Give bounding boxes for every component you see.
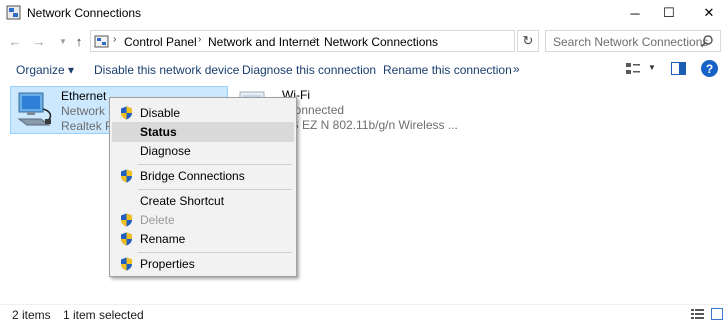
menu-item-label: Status (140, 125, 177, 139)
breadcrumb-network-and-internet[interactable]: Network and Internet (208, 35, 319, 49)
breadcrumb-control-panel[interactable]: Control Panel (124, 35, 197, 49)
connection-name: Ethernet (61, 89, 107, 103)
disable-device-button[interactable]: Disable this network device (94, 63, 239, 77)
breadcrumb-separator[interactable]: › (313, 34, 316, 45)
menu-item-diagnose[interactable]: Diagnose (112, 141, 294, 161)
menu-separator (138, 164, 292, 165)
menu-item-rename[interactable]: Rename (112, 229, 294, 249)
menu-item-bridge-connections[interactable]: Bridge Connections (112, 166, 294, 186)
menu-item-status[interactable]: Status (112, 122, 294, 142)
address-row: ← → ▼ ↑ › Control Panel › Network and In… (0, 28, 728, 54)
title-bar: Network Connections ─ ☐ ✕ (0, 0, 728, 28)
breadcrumb-separator[interactable]: › (198, 34, 201, 45)
breadcrumb-network-connections[interactable]: Network Connections (324, 35, 438, 49)
view-options-dropdown[interactable]: ▼ (648, 63, 656, 72)
menu-separator (138, 252, 292, 253)
preview-pane-icon[interactable] (671, 62, 686, 75)
menu-item-label: Disable (140, 106, 181, 120)
context-menu: Disable Status Diagnose Bridge Connectio… (109, 97, 297, 277)
refresh-button[interactable]: ↻ (517, 30, 539, 52)
rename-connection-button[interactable]: Rename this connection (383, 63, 512, 77)
search-input[interactable]: Search Network Connections (545, 30, 721, 52)
search-placeholder: Search Network Connections (553, 35, 709, 49)
forward-button[interactable]: → (30, 32, 48, 50)
connection-network: Network 3 (61, 104, 116, 118)
menu-item-label: Create Shortcut (140, 194, 225, 208)
address-bar[interactable]: › Control Panel › Network and Internet ›… (90, 30, 595, 52)
menu-item-label: Bridge Connections (140, 169, 245, 183)
help-icon[interactable]: ? (701, 60, 718, 77)
menu-item-disable[interactable]: Disable (112, 103, 294, 123)
up-button[interactable]: ↑ (70, 32, 88, 50)
menu-item-create-shortcut[interactable]: Create Shortcut (112, 191, 294, 211)
selection-count: 1 item selected (63, 308, 144, 322)
more-commands-button[interactable]: » (513, 62, 520, 76)
large-icons-view-icon[interactable] (711, 308, 723, 320)
window-title: Network Connections (27, 6, 142, 20)
file-list-area[interactable]: Ethernet Network 3 Realtek PC Wi-Fi t co… (0, 82, 728, 304)
uac-shield-icon (121, 213, 132, 227)
back-button[interactable]: ← (6, 32, 24, 50)
details-view-icon[interactable] (691, 308, 704, 320)
menu-item-delete: Delete (112, 210, 294, 230)
ethernet-adapter-icon (17, 92, 52, 126)
diagnose-connection-button[interactable]: Diagnose this connection (242, 63, 376, 77)
control-panel-icon (94, 35, 109, 48)
status-bar: 2 items 1 item selected (0, 304, 728, 324)
menu-item-label: Diagnose (140, 144, 191, 158)
uac-shield-icon (121, 106, 132, 120)
menu-item-label: Delete (140, 213, 175, 227)
menu-item-properties[interactable]: Properties (112, 254, 294, 274)
breadcrumb-separator[interactable]: › (113, 34, 116, 45)
command-bar: Organize ▾ Disable this network device D… (0, 58, 728, 80)
close-button[interactable]: ✕ (686, 0, 728, 26)
network-connections-app-icon (6, 5, 21, 20)
menu-item-label: Properties (140, 257, 195, 271)
uac-shield-icon (121, 169, 132, 183)
menu-separator (138, 189, 292, 190)
change-view-icon[interactable] (625, 61, 641, 77)
uac-shield-icon (121, 232, 132, 246)
item-count: 2 items (12, 308, 51, 322)
menu-item-label: Rename (140, 232, 186, 246)
organize-menu[interactable]: Organize ▾ (16, 63, 74, 77)
search-icon (700, 35, 713, 48)
connection-adapter: US EZ N 802.11b/g/n Wireless ... (282, 118, 458, 132)
uac-shield-icon (121, 257, 132, 271)
